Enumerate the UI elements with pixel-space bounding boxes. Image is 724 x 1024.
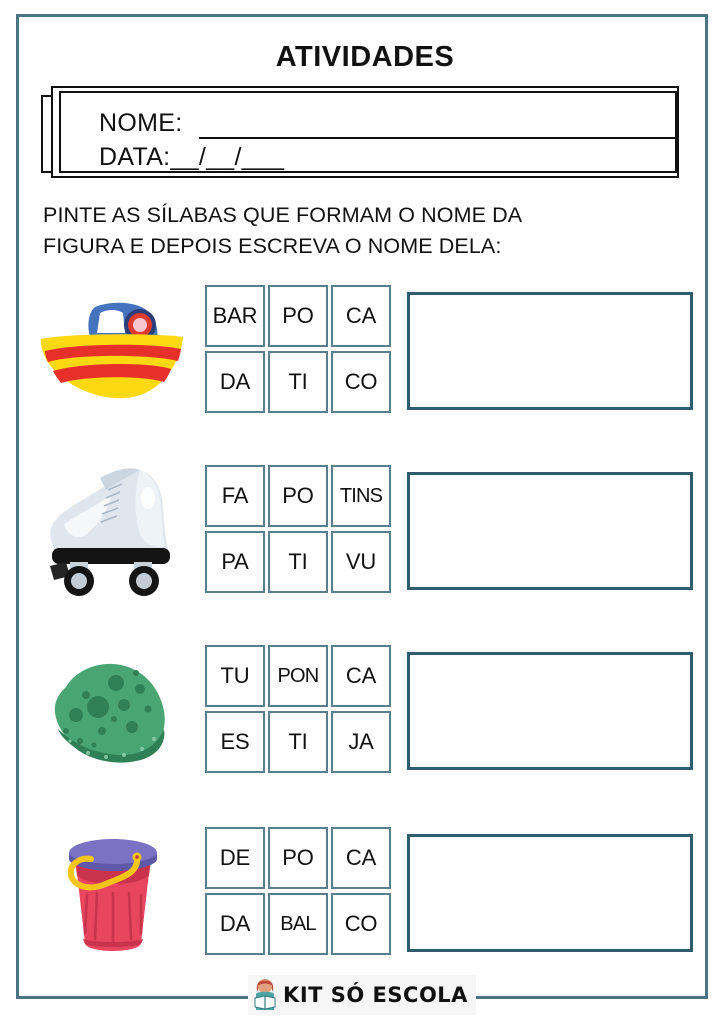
bucket-illustration [19, 823, 205, 963]
syllable-option[interactable]: FA [205, 465, 265, 527]
syllable-option[interactable]: TI [268, 351, 328, 413]
answer-box[interactable] [407, 652, 693, 770]
syllable-grid: DE PO CA DA BAL CO [205, 827, 395, 959]
syllable-option[interactable]: PA [205, 531, 265, 593]
syllable-option[interactable]: TU [205, 645, 265, 707]
syllable-option[interactable]: PO [268, 827, 328, 889]
syllable-option[interactable]: CA [331, 285, 391, 347]
syllable-option[interactable]: TI [268, 531, 328, 593]
worksheet-page: ATIVIDADES NOME: DATA:__/__/___ PINTE AS… [0, 0, 724, 1024]
syllable-grid: BAR PO CA DA TI CO [205, 285, 395, 417]
exercise-row: BAR PO CA DA TI CO [19, 281, 711, 421]
id-frame-front: NOME: DATA:__/__/___ [59, 91, 677, 173]
exercise-row: FA PO TINS PA TI VU [19, 461, 711, 601]
syllable-option[interactable]: CA [331, 827, 391, 889]
syllable-option[interactable]: TINS [331, 465, 391, 527]
instructions-line-1: PINTE AS SÍLABAS QUE FORMAM O NOME DA [43, 203, 523, 227]
syllable-grid: FA PO TINS PA TI VU [205, 465, 395, 597]
syllable-option[interactable]: PO [268, 465, 328, 527]
student-info-box: NOME: DATA:__/__/___ [41, 82, 689, 182]
name-label: NOME: [99, 109, 183, 137]
instructions: PINTE AS SÍLABAS QUE FORMAM O NOME DA FI… [43, 200, 643, 262]
instructions-line-2: FIGURA E DEPOIS ESCREVA O NOME DELA: [43, 234, 502, 258]
syllable-option[interactable]: TI [268, 711, 328, 773]
name-write-line[interactable] [199, 137, 677, 139]
boat-illustration [19, 281, 205, 421]
roller-skate-illustration [19, 461, 205, 601]
syllable-grid: TU PON CA ES TI JA [205, 645, 395, 777]
date-label[interactable]: DATA:__/__/___ [99, 143, 284, 172]
syllable-option[interactable]: BAL [268, 893, 328, 955]
exercise-row: DE PO CA DA BAL CO [19, 823, 711, 963]
page-frame: ATIVIDADES NOME: DATA:__/__/___ PINTE AS… [16, 14, 708, 999]
reading-child-icon [254, 979, 276, 1010]
syllable-option[interactable]: CO [331, 351, 391, 413]
exercise-row: TU PON CA ES TI JA [19, 641, 711, 781]
syllable-option[interactable]: VU [331, 531, 391, 593]
syllable-option[interactable]: DE [205, 827, 265, 889]
brand-name: KIT SÓ ESCOLA [283, 983, 468, 1007]
answer-box[interactable] [407, 834, 693, 952]
footer-logo: KIT SÓ ESCOLA [0, 966, 724, 1024]
answer-box[interactable] [407, 292, 693, 410]
brand-plate: KIT SÓ ESCOLA [248, 975, 476, 1015]
syllable-option[interactable]: CO [331, 893, 391, 955]
syllable-option[interactable]: BAR [205, 285, 265, 347]
page-title: ATIVIDADES [275, 41, 455, 73]
syllable-option[interactable]: DA [205, 351, 265, 413]
syllable-option[interactable]: ES [205, 711, 265, 773]
syllable-option[interactable]: CA [331, 645, 391, 707]
answer-box[interactable] [407, 472, 693, 590]
syllable-option[interactable]: DA [205, 893, 265, 955]
syllable-option[interactable]: JA [331, 711, 391, 773]
syllable-option[interactable]: PON [268, 645, 328, 707]
sponge-illustration [19, 641, 205, 781]
syllable-option[interactable]: PO [268, 285, 328, 347]
